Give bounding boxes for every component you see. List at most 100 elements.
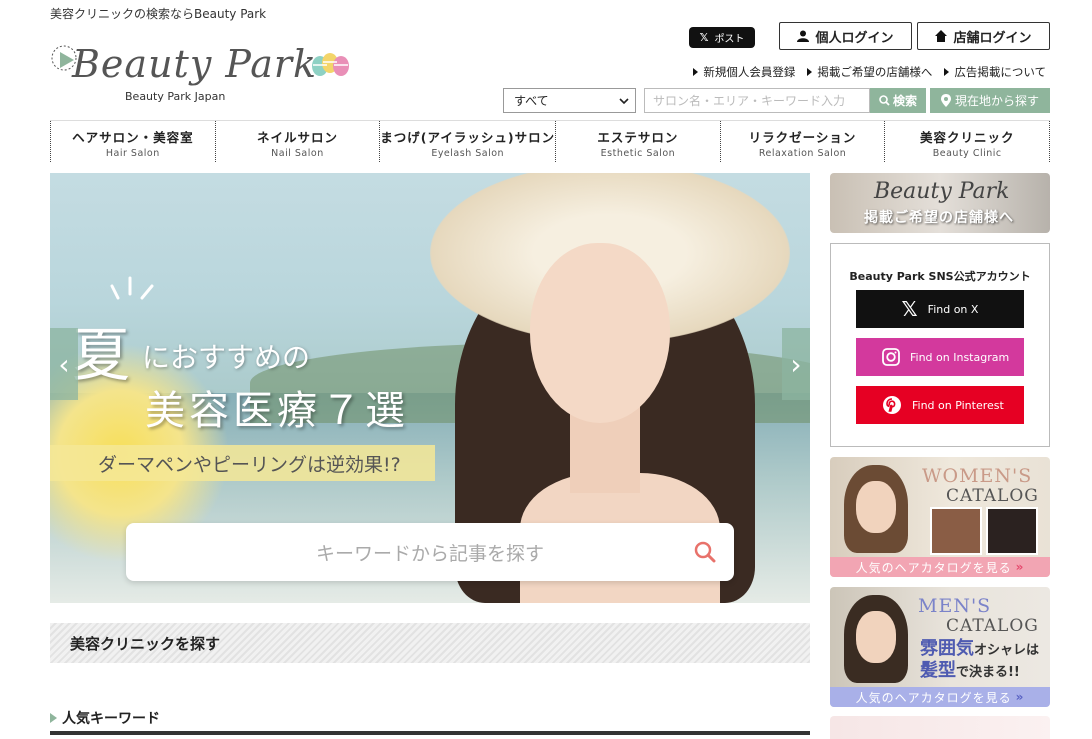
slogan-atmosphere: 雰囲気 [920,638,974,659]
nav-hair-salon-jp: ヘアサロン・美容室 [72,130,194,145]
nav-nail-salon[interactable]: ネイルサロン Nail Salon [214,121,380,162]
header-link-advertising-label: 広告掲載について [954,65,1046,79]
find-on-pinterest-label: Find on Pinterest [912,398,1004,412]
mens-catalog-heading: MEN'S CATALOG [918,597,1039,636]
hero-warning: ダーマペンやピーリングは逆効果!? [50,445,435,481]
header-links: 新規個人会員登録 掲載ご希望の店舗様へ 広告掲載について [693,64,1046,80]
section-title-clinic-search: 美容クリニックを探す [50,623,810,663]
nav-beauty-clinic[interactable]: 美容クリニック Beauty Clinic [884,121,1051,162]
mens-catalog-link-label: 人気のヘアカタログを見る [855,690,1012,705]
triangle-right-icon [944,68,950,76]
slogan-hairstyle: 髪型 [920,660,956,681]
site-logo[interactable]: Beauty Park Beauty Park Japan [50,42,360,106]
header-link-advertising[interactable]: 広告掲載について [944,64,1046,80]
mens-portrait-face [856,611,896,663]
personal-login-button[interactable]: 個人ログイン [779,22,912,50]
mens-catalog-slogan: 雰囲気オシャレは 髪型で決まる!! [920,639,1039,683]
user-icon [797,30,810,42]
womens-catalog-link[interactable]: 人気のヘアカタログを見る » [830,557,1050,577]
nav-eyelash-salon-en: Eyelash Salon [431,148,505,159]
slider-prev-button[interactable]: ‹ [50,328,78,400]
mens-catalog-link[interactable]: 人気のヘアカタログを見る » [830,687,1050,707]
search-button[interactable]: 検索 [870,88,926,113]
category-select-value: すべて [514,94,549,108]
banner-text: 掲載ご希望の店舗様へ [864,210,1014,226]
nav-esthetic-salon-en: Esthetic Salon [600,148,676,159]
nail-banner-partial[interactable] [830,716,1050,739]
chevron-down-icon [619,97,629,104]
find-on-instagram-button[interactable]: Find on Instagram [856,338,1024,376]
pinterest-icon [883,396,901,414]
x-post-button[interactable]: 𝕏 ポスト [689,27,755,48]
category-select[interactable]: すべて [503,88,636,113]
shop-listing-banner[interactable]: Beauty Park 掲載ご希望の店舗様へ [830,173,1050,233]
womens-catalog-title: WOMEN'S [922,465,1033,487]
womens-thumbnails [930,507,1038,555]
hero-model-face [530,243,670,423]
find-on-x-label: Find on X [927,302,979,316]
nav-nail-salon-en: Nail Salon [271,148,324,159]
nav-eyelash-salon[interactable]: まつげ(アイラッシュ)サロン Eyelash Salon [379,121,555,162]
search-button-label: 検索 [892,94,917,108]
nav-beauty-clinic-jp: 美容クリニック [919,130,1015,145]
slogan-fashion: オシャレは [974,643,1040,658]
sns-accounts-box: Beauty Park SNS公式アカウント 𝕏 Find on X Find … [830,243,1050,447]
chevron-right-icon: › [790,347,802,381]
nav-eyelash-salon-jp: まつげ(アイラッシュ)サロン [380,130,556,145]
nav-esthetic-salon-jp: エステサロン [597,130,679,145]
header-link-shop-listing-label: 掲載ご希望の店舗様へ [817,65,933,79]
location-search-button[interactable]: 現在地から探す [930,88,1050,113]
logo-subtitle: Beauty Park Japan [125,90,226,103]
nav-relaxation-salon[interactable]: リラクゼーション Relaxation Salon [719,121,885,162]
womens-catalog-banner[interactable]: WOMEN'S CATALOG 人気のヘアカタログを見る » [830,457,1050,577]
hero-recommend-text: におすすめの [142,341,311,374]
personal-login-label: 個人ログイン [815,30,894,46]
nav-relaxation-salon-en: Relaxation Salon [758,148,847,159]
article-search-box[interactable]: キーワードから記事を探す [126,523,734,581]
mens-catalog-banner[interactable]: MEN'S CATALOG 雰囲気オシャレは 髪型で決まる!! 人気のヘアカタロ… [830,587,1050,707]
slider-next-button[interactable]: › [782,328,810,400]
hero-summer-text: 夏 [72,321,131,389]
x-post-label: ポスト [714,34,745,45]
keywords-divider [50,731,810,735]
article-search-placeholder: キーワードから記事を探す [315,542,544,565]
shop-login-label: 店舗ログイン [953,30,1032,46]
womens-portrait-face [856,481,896,533]
nav-hair-salon[interactable]: ヘアサロン・美容室 Hair Salon [50,121,215,162]
category-nav: ヘアサロン・美容室 Hair Salon ネイルサロン Nail Salon まつげ… [50,120,1051,162]
nav-hair-salon-en: Hair Salon [105,148,160,159]
x-logo-icon: 𝕏 [699,31,709,44]
slogan-decided: で決まる!! [956,665,1020,680]
nav-relaxation-salon-jp: リラクゼーション [748,130,857,145]
popular-keywords-label: 人気キーワード [62,711,160,727]
nav-beauty-clinic-en: Beauty Clinic [932,148,1002,159]
womens-thumb [986,507,1038,555]
site-tagline: 美容クリニックの検索ならBeauty Park [50,7,267,21]
header-link-shop-listing[interactable]: 掲載ご希望の店舗様へ [807,64,932,80]
map-pin-icon [940,94,951,107]
womens-catalog-subtitle: CATALOG [946,486,1039,506]
logo-wordmark: Beauty Park [72,42,318,86]
triangle-right-icon [693,68,699,76]
banner-logo: Beauty Park [874,179,1010,204]
header-link-register[interactable]: 新規個人会員登録 [693,64,795,80]
womens-catalog-link-label: 人気のヘアカタログを見る [855,560,1012,575]
shop-login-button[interactable]: 店舗ログイン [917,22,1050,50]
search-icon[interactable] [694,541,716,563]
search-icon [879,95,890,106]
instagram-icon [882,348,900,366]
search-input[interactable]: サロン名・エリア・キーワード入力 [644,88,870,113]
hero-slider[interactable]: 夏 におすすめの 美容医療７選 ダーマペンやピーリングは逆効果!? キーワードか… [50,173,810,603]
sns-title: Beauty Park SNS公式アカウント [849,270,1031,283]
find-on-x-button[interactable]: 𝕏 Find on X [856,290,1024,328]
search-placeholder: サロン名・エリア・キーワード入力 [653,94,846,108]
easter-eggs-icon [312,53,349,76]
womens-catalog-heading: WOMEN'S CATALOG [922,467,1039,506]
nav-esthetic-salon[interactable]: エステサロン Esthetic Salon [555,121,720,162]
womens-thumb [930,507,982,555]
header-link-register-label: 新規個人会員登録 [703,65,796,79]
mens-catalog-subtitle: CATALOG [946,616,1039,636]
double-chevron-right-icon: » [1015,560,1025,574]
find-on-pinterest-button[interactable]: Find on Pinterest [856,386,1024,424]
location-button-label: 現在地から探す [954,94,1039,108]
